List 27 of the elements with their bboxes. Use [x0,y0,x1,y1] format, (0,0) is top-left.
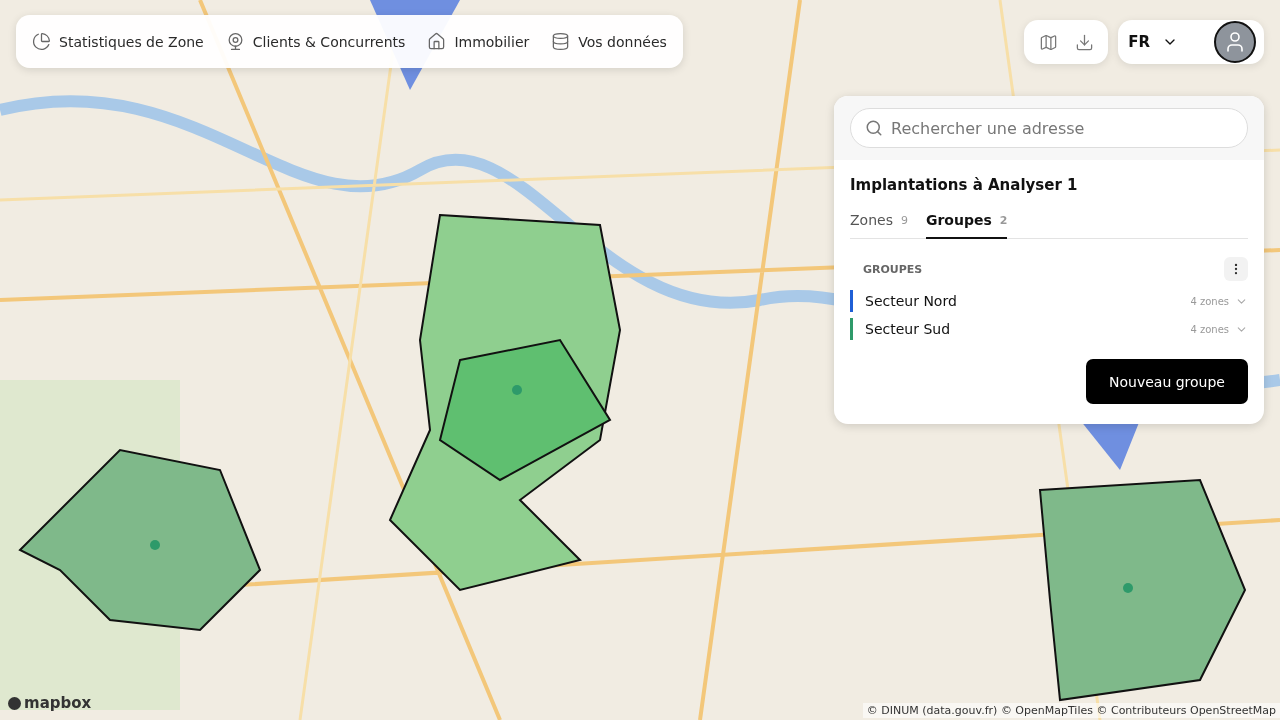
map-icon [1038,32,1058,52]
attribution-text: © DINUM (data.gouv.fr) © OpenMapTiles © Contributeurs OpenStreetMap [862,703,1280,718]
nav-item[interactable]: Vos données [551,32,667,51]
search-icon [865,119,883,137]
house-icon [427,32,447,51]
group-name[interactable]: Secteur Sud [865,321,1191,337]
nav-item[interactable]: Clients & Concurrents [225,32,406,51]
nav-item[interactable]: Statistiques de Zone [32,32,204,51]
zone-count: 4 zones [1190,295,1229,307]
tab[interactable]: Zones 9 [850,206,908,239]
pie-chart-icon [32,32,51,51]
search-field[interactable]: Rechercher une adresse [850,108,1248,148]
download-icon [1074,32,1094,52]
tab[interactable]: Groupes 2 [925,206,1008,239]
tab-count: 9 [900,213,908,227]
zone-count: 4 zones [1190,323,1229,335]
panel-title: Implantations à Analyser 1 [850,176,1079,194]
more-button[interactable] [1224,257,1248,281]
new-group-button[interactable]: Nouveau groupe [1086,359,1248,404]
tab-count: 2 [999,213,1008,227]
section-heading: GROUPES [863,262,923,276]
avatar-button[interactable] [1214,21,1256,63]
database-icon [551,32,571,51]
mapbox-logo: mapbox [8,694,92,712]
language-select[interactable]: FR [1126,33,1190,51]
group-name[interactable]: Secteur Nord [865,293,1191,309]
nav-item[interactable]: Immobilier [427,32,530,51]
